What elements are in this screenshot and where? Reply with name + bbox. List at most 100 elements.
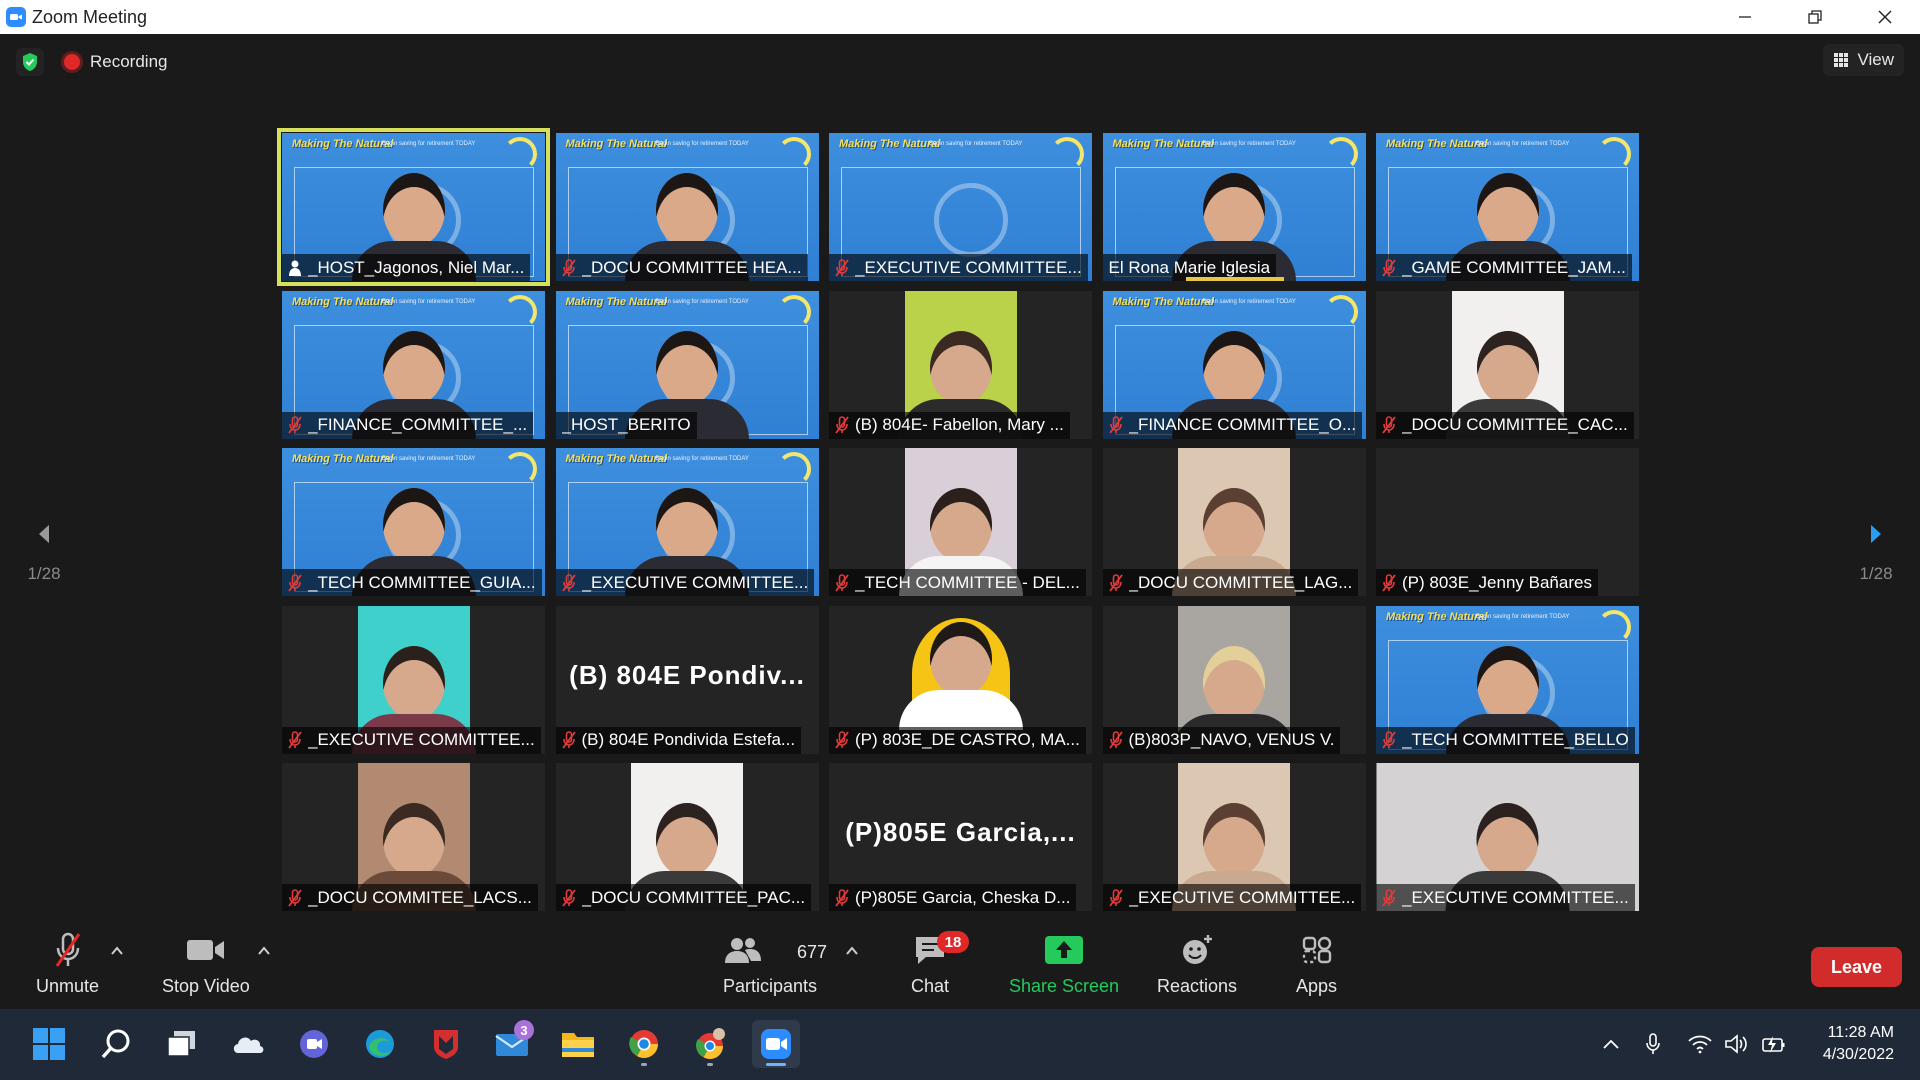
microphone-muted-icon: [561, 258, 576, 277]
participant-tile[interactable]: (B)803P_NAVO, VENUS V.: [1102, 605, 1366, 754]
security-shield-icon[interactable]: [16, 48, 44, 76]
taskbar-security-app[interactable]: [422, 1020, 470, 1068]
participant-name-label: (B) 804E Pondivida Estefa...: [555, 726, 802, 754]
tray-microphone[interactable]: [1639, 1029, 1667, 1059]
participant-name-label: (P)805E Garcia, Cheska D...: [829, 884, 1077, 911]
participant-name: _EXECUTIVE COMMITTEE...: [1128, 887, 1356, 907]
participant-tile[interactable]: Making The Natural Begin saving for retir…: [1102, 133, 1366, 281]
zoom-app-icon: [761, 1029, 791, 1059]
background-arc: [1050, 137, 1084, 171]
start-button[interactable]: [25, 1020, 73, 1068]
participant-tile[interactable]: Making The Natural Begin saving for retir…: [1376, 133, 1639, 281]
participant-name-label: _DOCU COMMITTEE_CAC...: [1376, 411, 1634, 439]
participant-tile[interactable]: (P) 803E_DE CASTRO, MA...: [829, 605, 1092, 754]
chevron-up-icon: [258, 946, 270, 955]
participant-tile[interactable]: _TECH COMMITTEE - DEL...: [829, 448, 1092, 596]
participant-tile[interactable]: (B) 804E Pondiv... (B) 804E Pondivida Est…: [555, 605, 819, 754]
participant-tile[interactable]: Making The Natural Begin saving for retir…: [282, 290, 545, 439]
participant-tile[interactable]: (P) 803E_Jenny Bañares: [1376, 448, 1639, 596]
audio-options-caret[interactable]: [110, 944, 124, 958]
participant-name-label: _EXECUTIVE COMMITTEE...: [555, 569, 815, 596]
participant-tile[interactable]: _DOCU COMMITTEE_LAG...: [1102, 448, 1366, 596]
video-options-caret[interactable]: [257, 944, 271, 958]
restore-icon: [1808, 10, 1822, 24]
apps-button[interactable]: Apps: [1296, 930, 1337, 997]
background-tagline: Begin saving for retirement TODAY: [1202, 141, 1296, 147]
participant-tile[interactable]: _EXECUTIVE COMMITTEE...: [1102, 763, 1366, 911]
taskbar-onedrive[interactable]: [224, 1020, 272, 1068]
speaking-indicator: [1185, 277, 1284, 281]
show-hidden-icons-button[interactable]: [1597, 1029, 1625, 1059]
previous-page-button[interactable]: 1/28: [24, 524, 64, 584]
background-tagline: Begin saving for retirement TODAY: [1476, 141, 1570, 147]
tray-volume[interactable]: [1723, 1029, 1751, 1059]
participants-button[interactable]: Participants: [723, 930, 817, 997]
reactions-button[interactable]: Reactions: [1157, 930, 1237, 997]
minimize-button[interactable]: [1710, 0, 1780, 34]
reactions-label: Reactions: [1157, 976, 1238, 996]
view-button[interactable]: View: [1823, 44, 1904, 76]
running-indicator: [641, 1063, 647, 1066]
tray-wifi[interactable]: [1686, 1029, 1714, 1059]
participant-tile[interactable]: _EXECUTIVE COMMITTEE...: [1376, 763, 1639, 911]
participant-name: _EXECUTIVE COMMITTEE...: [308, 730, 535, 749]
next-page-button[interactable]: 1/28: [1856, 524, 1896, 584]
taskbar-edge[interactable]: [356, 1020, 404, 1068]
participant-tile[interactable]: Making The Natural Begin saving for retir…: [1102, 290, 1366, 439]
background-arc: [503, 452, 537, 486]
close-icon: [1878, 10, 1892, 24]
participant-tile[interactable]: Making The Natural Begin saving for retir…: [1376, 605, 1639, 754]
participant-tile[interactable]: Making The Natural Begin saving for retir…: [555, 133, 819, 281]
participant-name: _DOCU COMMITTEE_CAC...: [1402, 415, 1628, 434]
microphone-icon: [1646, 1033, 1660, 1054]
tray-battery[interactable]: [1760, 1029, 1788, 1059]
participant-tile[interactable]: _EXECUTIVE COMMITTEE...: [282, 605, 545, 754]
microphone-muted-icon: [835, 731, 849, 749]
taskbar-chrome-profile[interactable]: [686, 1020, 734, 1068]
share-screen-button[interactable]: Share Screen: [1009, 930, 1119, 997]
background-tagline: Begin saving for retirement TODAY: [655, 298, 749, 305]
participant-tile[interactable]: Making The Natural Begin saving for retir…: [829, 133, 1092, 281]
participant-name-label: _DOCU COMMITTEE_LAG...: [1102, 569, 1359, 596]
recording-indicator[interactable]: Recording: [58, 50, 174, 74]
stop-video-button[interactable]: Stop Video: [162, 930, 250, 997]
participant-name-label: _HOST_BERITO: [555, 411, 697, 439]
participant-tile[interactable]: (B) 804E- Fabellon, Mary ...: [829, 290, 1092, 439]
taskbar-file-explorer[interactable]: [554, 1020, 602, 1068]
participant-name: _EXECUTIVE COMMITTEE...: [1402, 887, 1629, 907]
taskbar-chrome[interactable]: [620, 1020, 668, 1068]
leave-button[interactable]: Leave: [1811, 947, 1902, 987]
microphone-muted-icon: [1382, 573, 1396, 592]
participant-tile[interactable]: Making The Natural Begin saving for retir…: [277, 128, 550, 286]
recording-dot-icon: [64, 54, 80, 70]
participant-tile[interactable]: Making The Natural Begin saving for retir…: [555, 448, 819, 596]
taskbar-zoom[interactable]: [752, 1020, 800, 1068]
participant-name: _FINANCE COMMITTEE_O...: [1128, 415, 1357, 434]
taskbar-mail[interactable]: 3: [488, 1020, 536, 1068]
participant-tile[interactable]: (P)805E Garcia,... (P)805E Garcia, Cheska…: [829, 763, 1092, 911]
background-brand-text: Making The Natural: [292, 453, 394, 465]
view-label: View: [1857, 50, 1894, 69]
participant-name: (P) 803E_Jenny Bañares: [1402, 572, 1592, 592]
close-window-button[interactable]: [1850, 0, 1920, 34]
microphone-muted-icon: [835, 573, 849, 592]
unmute-button[interactable]: Unmute: [36, 930, 99, 997]
background-brand-text: Making The Natural: [1112, 138, 1214, 150]
mail-badge: 3: [514, 1020, 534, 1040]
participant-tile[interactable]: Making The Natural Begin saving for retir…: [555, 290, 819, 439]
taskbar-teams-chat[interactable]: [290, 1020, 338, 1068]
taskbar-search-button[interactable]: [92, 1020, 140, 1068]
participant-tile[interactable]: _DOCU COMMITEE_LACS...: [282, 763, 545, 911]
participant-name: _TECH COMMITTEE_GUIA...: [308, 572, 536, 592]
participant-name-label: _TECH COMMITTEE_BELLO: [1376, 726, 1635, 754]
system-clock[interactable]: 11:28 AM 4/30/2022: [1823, 1022, 1894, 1066]
participant-tile[interactable]: Making The Natural Begin saving for retir…: [282, 448, 545, 596]
background-tagline: Begin saving for retirement TODAY: [929, 141, 1023, 147]
participant-tile[interactable]: _DOCU COMMITTEE_PAC...: [555, 763, 819, 911]
task-view-button[interactable]: [158, 1020, 206, 1068]
participant-name-label: (B) 804E- Fabellon, Mary ...: [829, 411, 1070, 439]
restore-button[interactable]: [1780, 0, 1850, 34]
microphone-muted-icon: [1382, 416, 1396, 434]
participants-options-caret[interactable]: [845, 944, 859, 958]
participant-tile[interactable]: _DOCU COMMITTEE_CAC...: [1376, 290, 1639, 439]
